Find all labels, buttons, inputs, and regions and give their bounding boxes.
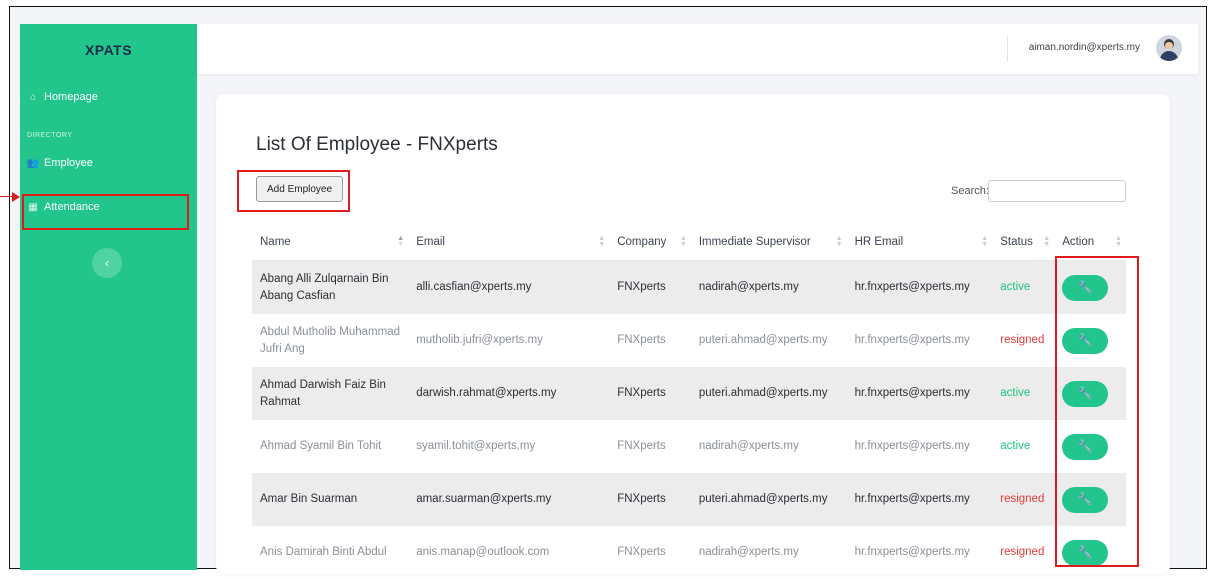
status-badge: active xyxy=(992,367,1055,420)
sidebar-collapse-button[interactable]: ‹ xyxy=(92,248,122,278)
cell-supervisor: puteri.ahmad@xperts.my xyxy=(690,473,847,526)
cell-hr-email: hr.fnxperts@xperts.my xyxy=(846,367,993,420)
sort-icon: ▲ ▼ xyxy=(598,235,606,248)
brand-logo[interactable]: XPATS xyxy=(20,24,197,76)
sort-icon: ▲ ▼ xyxy=(835,235,843,248)
chevron-left-icon: ‹ xyxy=(105,256,109,270)
sidebar-section-heading: DIRECTORY xyxy=(27,132,73,139)
annotation-box-action-column xyxy=(1055,256,1139,567)
cell-email: anis.manap@outlook.com xyxy=(416,546,550,558)
home-icon: ⌂ xyxy=(29,91,37,103)
column-header-name[interactable]: Name ▲ ▼ xyxy=(252,224,409,261)
top-bar: aiman.nordin@xperts.my xyxy=(197,24,1198,74)
cell-name: Abdul Mutholib Muhammad Jufri Ang xyxy=(260,325,400,355)
cell-name: Anis Damirah Binti Abdul xyxy=(260,546,387,558)
employee-table: Name ▲ ▼ Email ▲ ▼ Company ▲ ▼ Immediate Super… xyxy=(252,224,1126,579)
cell-company: FNXperts xyxy=(617,440,666,452)
annotation-arrow-head xyxy=(12,192,20,202)
table-row[interactable]: Anis Damirah Binti Abdul anis.manap@outl… xyxy=(252,526,1126,579)
cell-email: alli.casfian@xperts.my xyxy=(408,260,610,314)
cell-supervisor: puteri.ahmad@xperts.my xyxy=(690,367,847,420)
sort-icon: ▲ ▼ xyxy=(679,235,687,248)
cell-email: mutholib.jufri@xperts.my xyxy=(416,334,543,346)
cell-hr-email: hr.fnxperts@xperts.my xyxy=(854,334,970,346)
status-badge: resigned xyxy=(992,473,1055,526)
cell-company: FNXperts xyxy=(617,334,666,346)
employee-list-card: List Of Employee - FNXperts Add Employee… xyxy=(216,94,1170,574)
cell-company: FNXperts xyxy=(609,260,691,314)
cell-email: amar.suarman@xperts.my xyxy=(408,473,610,526)
sort-icon: ▲ ▼ xyxy=(981,235,989,248)
status-badge: active xyxy=(1000,440,1031,452)
cell-name: Ahmad Darwish Faiz Bin Rahmat xyxy=(252,367,409,420)
cell-company: FNXperts xyxy=(609,473,691,526)
status-badge: active xyxy=(992,260,1055,314)
column-header-email[interactable]: Email ▲ ▼ xyxy=(408,224,610,261)
status-badge: resigned xyxy=(1000,546,1045,558)
cell-company: FNXperts xyxy=(609,367,691,420)
cell-hr-email: hr.fnxperts@xperts.my xyxy=(854,546,970,558)
sidebar-item-employee[interactable]: 👥 Employee xyxy=(20,152,197,174)
table-row[interactable]: Abang Alli Zulqarnain Bin Abang Casfian … xyxy=(252,260,1126,314)
cell-hr-email: hr.fnxperts@xperts.my xyxy=(846,473,993,526)
page-title: List Of Employee - FNXperts xyxy=(256,134,498,155)
cell-email: darwish.rahmat@xperts.my xyxy=(408,367,610,420)
sidebar-item-homepage[interactable]: ⌂ Homepage xyxy=(20,86,197,108)
users-icon: 👥 xyxy=(26,157,40,169)
sort-icon: ▲ ▼ xyxy=(1043,235,1051,248)
cell-supervisor: puteri.ahmad@xperts.my xyxy=(698,334,828,346)
search-input[interactable] xyxy=(988,180,1126,202)
cell-company: FNXperts xyxy=(617,546,666,558)
search-label: Search: xyxy=(951,185,989,197)
topbar-divider xyxy=(1007,36,1008,62)
cell-hr-email: hr.fnxperts@xperts.my xyxy=(854,440,970,452)
column-header-hr-email[interactable]: HR Email ▲ ▼ xyxy=(846,224,993,261)
cell-name: Amar Bin Suarman xyxy=(252,473,409,526)
column-header-company[interactable]: Company ▲ ▼ xyxy=(609,224,691,261)
avatar[interactable] xyxy=(1156,35,1182,61)
status-badge: resigned xyxy=(1000,334,1045,346)
cell-name: Ahmad Syamil Bin Tohit xyxy=(260,440,382,452)
annotation-box-add-employee xyxy=(237,170,350,212)
cell-supervisor: nadirah@xperts.my xyxy=(698,546,799,558)
table-row[interactable]: Abdul Mutholib Muhammad Jufri Ang muthol… xyxy=(252,314,1126,367)
cell-email: syamil.tohit@xperts.my xyxy=(416,440,536,452)
user-email[interactable]: aiman.nordin@xperts.my xyxy=(1029,42,1140,53)
sort-icon: ▲ ▼ xyxy=(397,235,405,248)
table-header-row: Name ▲ ▼ Email ▲ ▼ Company ▲ ▼ Immediate Super… xyxy=(252,224,1126,261)
cell-supervisor: nadirah@xperts.my xyxy=(690,260,847,314)
table-row[interactable]: Ahmad Darwish Faiz Bin Rahmat darwish.ra… xyxy=(252,367,1126,420)
cell-name: Abang Alli Zulqarnain Bin Abang Casfian xyxy=(252,260,409,314)
table-row[interactable]: Amar Bin Suarman amar.suarman@xperts.my … xyxy=(252,473,1126,526)
sidebar-item-label: Employee xyxy=(44,157,93,169)
column-header-status[interactable]: Status ▲ ▼ xyxy=(992,224,1055,261)
cell-supervisor: nadirah@xperts.my xyxy=(698,440,799,452)
sidebar-item-label: Homepage xyxy=(44,91,98,103)
sidebar: XPATS ⌂ Homepage DIRECTORY 👥 Employee ▦ … xyxy=(20,24,197,570)
column-header-supervisor[interactable]: Immediate Supervisor ▲ ▼ xyxy=(690,224,847,261)
cell-hr-email: hr.fnxperts@xperts.my xyxy=(846,260,993,314)
sort-icon: ▲ ▼ xyxy=(1115,235,1122,248)
annotation-box-attendance xyxy=(22,194,189,230)
table-row[interactable]: Ahmad Syamil Bin Tohit syamil.tohit@xper… xyxy=(252,420,1126,473)
